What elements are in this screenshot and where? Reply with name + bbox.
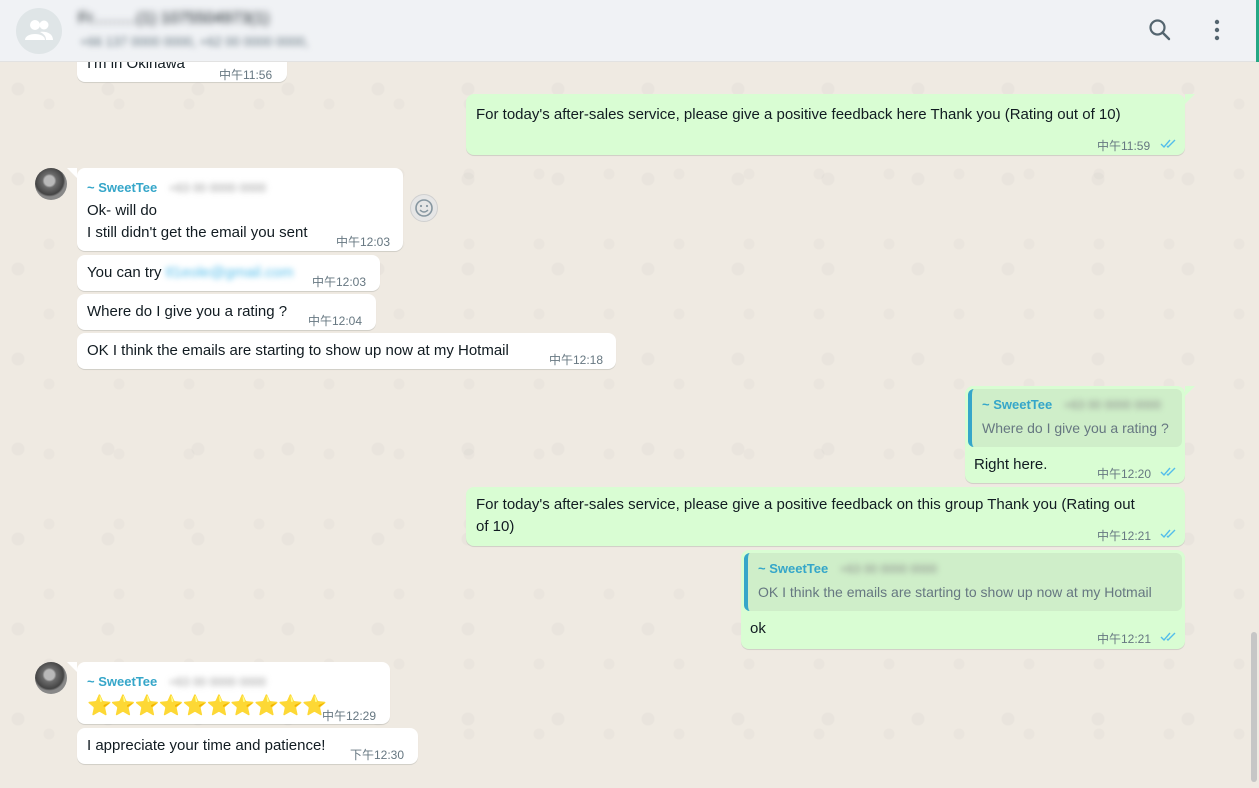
chat-scrollbar[interactable] (1251, 632, 1257, 782)
bubble-tail (67, 662, 77, 672)
message-list[interactable]: I'm in Okinawa 中午11:56 For today's after… (0, 62, 1259, 788)
message-bubble-out[interactable]: ~ SweetTee +63 00 0000 0000 OK I think t… (741, 550, 1185, 649)
message-time: 中午12:04 (308, 314, 363, 328)
bubble-tail (1185, 94, 1195, 104)
group-name[interactable]: Fr..........(1) 1075504973(1) (78, 10, 269, 28)
quoted-sender-number: +63 00 0000 0000 (1064, 398, 1162, 412)
read-ticks-icon (1160, 632, 1176, 642)
message-time: 中午11:56 (219, 68, 273, 82)
email-link[interactable]: tl1eole@gmail.com (166, 264, 294, 281)
message-line: of 10) (476, 518, 515, 535)
bubble-tail (67, 168, 77, 178)
quoted-text: OK I think the emails are starting to sh… (758, 584, 1152, 600)
smiley-icon (415, 199, 433, 217)
message-bubble-in[interactable]: ~ SweetTee +63 00 0000 0000 ⭐⭐⭐⭐⭐⭐⭐⭐⭐⭐ 中… (77, 662, 390, 724)
read-ticks-icon (1160, 467, 1176, 477)
message-bubble-in[interactable]: I appreciate your time and patience! 下午1… (77, 728, 418, 764)
sender-name[interactable]: ~ SweetTee (87, 674, 157, 689)
message-time: 中午12:20 (1097, 467, 1152, 481)
quoted-sender: ~ SweetTee (758, 561, 829, 576)
group-participants[interactable]: +66 137 0000 0000, +62 00 0000 0000, (80, 34, 308, 49)
message-bubble-in[interactable]: ~ SweetTee +63 00 0000 0000 Ok- will do … (77, 168, 403, 251)
message-time: 中午12:29 (322, 709, 377, 723)
avatar[interactable] (35, 168, 67, 200)
quoted-text: Where do I give you a rating ? (982, 420, 1169, 436)
message-time: 中午12:03 (336, 235, 391, 249)
menu-dots-icon[interactable] (1204, 17, 1230, 43)
message-bubble-out[interactable]: For today's after-sales service, please … (466, 487, 1185, 546)
avatar[interactable] (35, 662, 67, 694)
message-bubble-in[interactable]: OK I think the emails are starting to sh… (77, 333, 616, 369)
message-text: You can try tl1eole@gmail.com (87, 264, 294, 281)
message-text: I appreciate your time and patience! (87, 737, 326, 754)
message-text: ok (750, 620, 766, 637)
message-bubble-in[interactable]: You can try tl1eole@gmail.com 中午12:03 (77, 255, 380, 291)
message-bubble-in[interactable]: I'm in Okinawa 中午11:56 (77, 62, 287, 82)
message-time: 中午12:21 (1097, 529, 1152, 543)
group-avatar[interactable] (16, 8, 62, 54)
quoted-message[interactable]: ~ SweetTee +63 00 0000 0000 Where do I g… (968, 389, 1182, 447)
reaction-button[interactable] (410, 194, 438, 222)
sender-name[interactable]: ~ SweetTee (87, 180, 157, 195)
message-bubble-in[interactable]: Where do I give you a rating ? 中午12:04 (77, 294, 376, 330)
message-bubble-out[interactable]: For today's after-sales service, please … (466, 94, 1185, 155)
message-time: 中午12:21 (1097, 632, 1152, 646)
read-ticks-icon (1160, 139, 1176, 149)
sender-number: +63 00 0000 0000 (169, 675, 267, 689)
message-line: For today's after-sales service, please … (476, 496, 1135, 513)
message-text: I'm in Okinawa (87, 62, 185, 72)
search-icon[interactable] (1147, 17, 1173, 43)
message-line: I still didn't get the email you sent (87, 224, 308, 241)
sender-number: +63 00 0000 0000 (169, 181, 267, 195)
message-text: Right here. (974, 456, 1048, 473)
message-line: Ok- will do (87, 202, 158, 219)
message-text: For today's after-sales service, please … (476, 106, 1121, 123)
message-text: Where do I give you a rating ? (87, 303, 288, 320)
message-time: 中午12:03 (312, 275, 367, 289)
message-time: 中午12:18 (549, 353, 604, 367)
quoted-message[interactable]: ~ SweetTee +63 00 0000 0000 OK I think t… (744, 553, 1182, 611)
message-time: 中午11:59 (1097, 139, 1151, 153)
group-avatar-icon (25, 20, 53, 40)
read-ticks-icon (1160, 529, 1176, 539)
quoted-sender: ~ SweetTee (982, 397, 1053, 412)
message-text: OK I think the emails are starting to sh… (87, 342, 509, 359)
star-rating-emoji: ⭐⭐⭐⭐⭐⭐⭐⭐⭐⭐ (87, 695, 327, 717)
message-bubble-out[interactable]: ~ SweetTee +63 00 0000 0000 Where do I g… (965, 386, 1185, 483)
bubble-tail (1185, 386, 1195, 396)
message-time: 下午12:30 (350, 748, 405, 762)
quoted-sender-number: +63 00 0000 0000 (840, 562, 938, 576)
chat-header: Fr..........(1) 1075504973(1) +66 137 00… (0, 0, 1259, 120)
